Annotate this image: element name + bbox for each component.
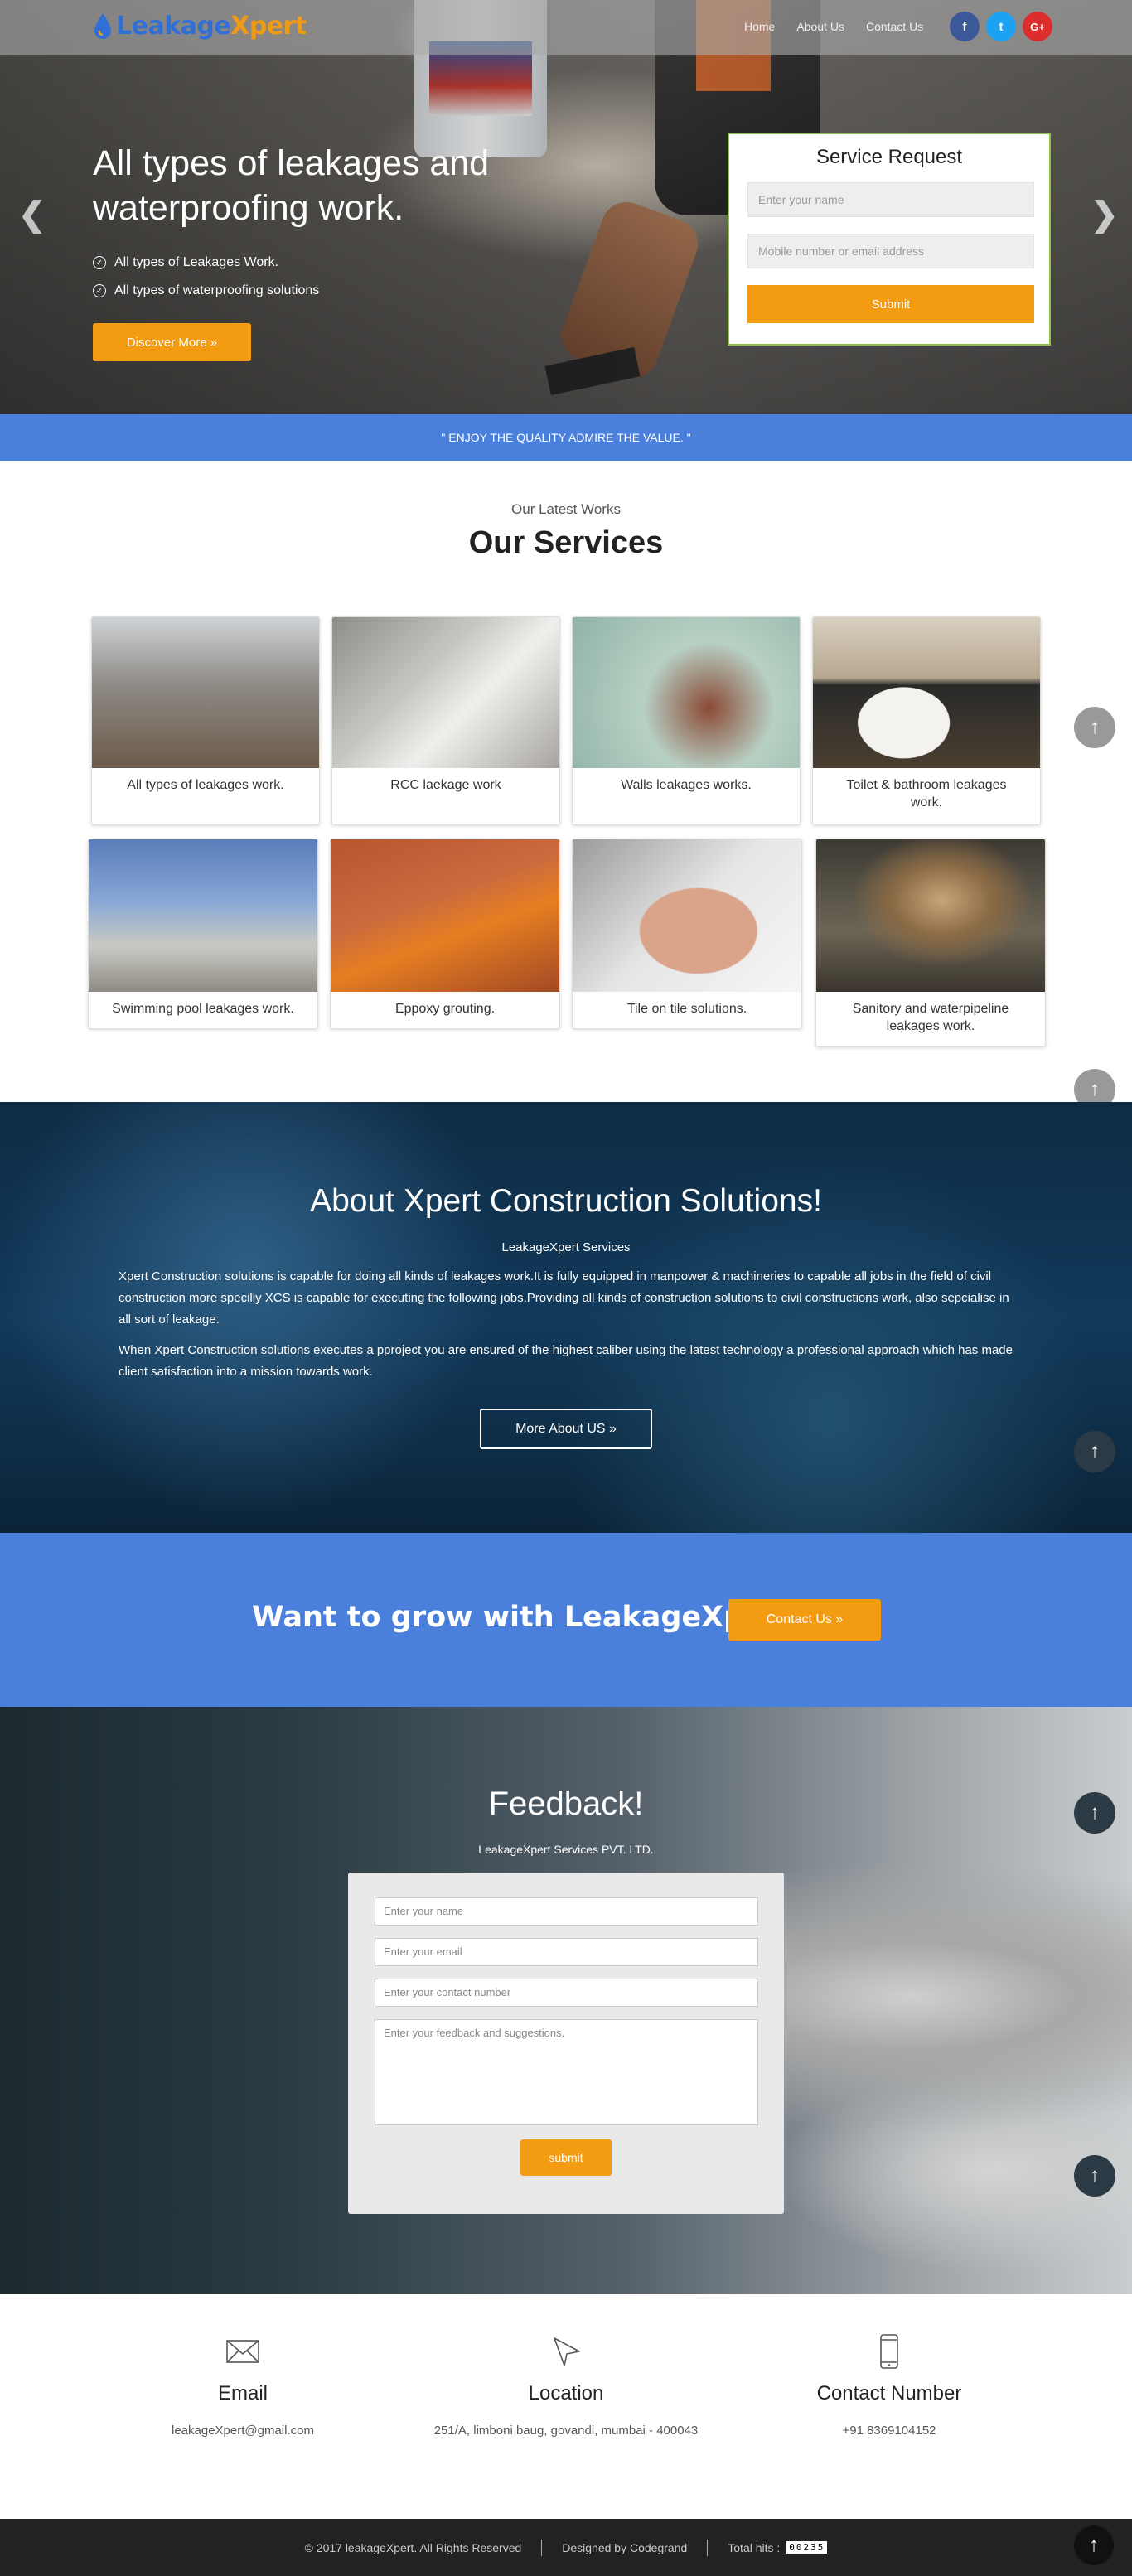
feedback-subtitle: LeakageXpert Services PVT. LTD. <box>478 1843 654 1856</box>
hero-bullet: ✓ All types of Leakages Work. <box>93 249 319 277</box>
service-caption: Swimming pool leakages work. <box>112 1002 294 1016</box>
service-card[interactable]: Sanitory and waterpipeline leakages work… <box>815 839 1046 1047</box>
check-circle-icon: ✓ <box>93 256 106 269</box>
feedback-email-input[interactable]: Enter your email <box>375 1938 758 1966</box>
services-title: Our Services <box>468 525 664 560</box>
email-heading: Email <box>217 2382 268 2404</box>
service-caption: Sanitory and waterpipeline leakages work… <box>852 1002 1009 1033</box>
logo[interactable]: Leakage Xpert <box>93 12 307 41</box>
location-heading: Location <box>528 2382 604 2404</box>
nav-contact-us[interactable]: Contact Us <box>866 20 923 33</box>
hero-bullet: ✓ All types of waterproofing solutions <box>93 277 319 305</box>
name-input[interactable]: Enter your name <box>747 182 1034 217</box>
email-value[interactable]: leakageXpert@gmail.com <box>91 2424 394 2438</box>
designed-by[interactable]: Designed by Codegrand <box>562 2541 687 2554</box>
footer-divider <box>541 2539 543 2556</box>
more-about-button[interactable]: More About US » <box>480 1409 652 1449</box>
scroll-top-icon[interactable]: ↑ <box>1074 707 1115 748</box>
location-arrow-icon <box>554 2337 580 2366</box>
discover-more-button[interactable]: Discover More » <box>93 323 251 361</box>
phone-value[interactable]: +91 8369104152 <box>738 2424 1041 2438</box>
water-drop-icon <box>94 12 111 39</box>
service-card[interactable]: Eppoxy grouting. <box>330 839 560 1029</box>
service-request-title: Service Request <box>815 146 963 168</box>
service-card[interactable]: RCC laekage work <box>331 616 560 825</box>
scroll-top-icon[interactable]: ↑ <box>1074 2155 1115 2197</box>
feedback-title: Feedback! <box>488 1786 644 1822</box>
service-request-form: Service Request Enter your name Mobile n… <box>728 133 1051 346</box>
contact-us-button[interactable]: Contact Us » <box>728 1599 881 1641</box>
facebook-icon[interactable]: f <box>950 12 980 41</box>
service-submit-button[interactable]: Submit <box>747 285 1034 323</box>
site-header: Leakage Xpert Home About Us Contact Us f … <box>0 0 1132 55</box>
google-plus-icon[interactable]: G+ <box>1023 12 1052 41</box>
service-caption: Tile on tile solutions. <box>626 1002 747 1016</box>
service-caption: Eppoxy grouting. <box>394 1002 496 1016</box>
service-caption: Toilet & bathroom leakages work. <box>846 778 1007 810</box>
about-paragraph: Xpert Construction solutions is capable … <box>119 1269 1009 1327</box>
services-subtitle: Our Latest Works <box>511 501 621 517</box>
service-card[interactable]: Walls leakages works. <box>572 616 801 825</box>
feedback-form: Enter your name Enter your email Enter y… <box>348 1873 784 2214</box>
scroll-top-icon[interactable]: ↑ <box>1074 2525 1114 2565</box>
tagline-bar: " ENJOY THE QUALITY ADMIRE THE VALUE. " <box>0 414 1132 461</box>
nav-home[interactable]: Home <box>744 20 775 33</box>
feedback-message-textarea[interactable]: Enter your feedback and suggestions. <box>375 2019 758 2125</box>
contact-phone: Contact Number +91 8369104152 <box>738 2332 1041 2438</box>
site-footer: © 2017 leakageXpert. All Rights Reserved… <box>0 2519 1132 2576</box>
about-paragraph: When Xpert Construction solutions execut… <box>119 1343 1013 1379</box>
main-nav: Home About Us Contact Us <box>744 20 923 33</box>
service-card[interactable]: All types of leakages work. <box>91 616 320 825</box>
service-caption: RCC laekage work <box>390 778 501 792</box>
contact-email: Email leakageXpert@gmail.com <box>91 2332 394 2438</box>
feedback-name-input[interactable]: Enter your name <box>375 1897 758 1926</box>
nav-about-us[interactable]: About Us <box>796 20 844 33</box>
envelope-icon <box>226 2340 259 2363</box>
service-image-walls <box>573 617 800 768</box>
carousel-next-icon[interactable]: ❯ <box>1091 196 1119 234</box>
carousel-prev-icon[interactable]: ❮ <box>18 196 46 234</box>
social-links: f t G+ <box>950 12 1052 41</box>
footer-divider <box>707 2539 709 2556</box>
phone-heading: Contact Number <box>816 2382 962 2404</box>
scroll-top-icon[interactable]: ↑ <box>1074 1792 1115 1834</box>
copyright: © 2017 leakageXpert. All Rights Reserved <box>304 2540 522 2554</box>
feedback-phone-input[interactable]: Enter your contact number <box>375 1979 758 2007</box>
service-image-pool <box>89 839 317 992</box>
check-circle-icon: ✓ <box>93 284 106 297</box>
scroll-top-icon[interactable]: ↑ <box>1074 1431 1115 1472</box>
hits-counter: 00235 <box>786 2541 828 2554</box>
service-image-tile <box>573 839 801 992</box>
about-subtitle: LeakageXpert Services <box>501 1240 631 1254</box>
service-card[interactable]: Toilet & bathroom leakages work. <box>812 616 1041 825</box>
feedback-section: Feedback! LeakageXpert Services PVT. LTD… <box>0 1707 1132 2294</box>
contact-input[interactable]: Mobile number or email address <box>747 234 1034 268</box>
feedback-submit-button[interactable]: submit <box>520 2139 612 2176</box>
about-title: About Xpert Construction Solutions! <box>310 1183 822 1219</box>
hits-label: Total hits : <box>728 2540 781 2554</box>
hero-title: All types of leakages and waterproofing … <box>93 143 490 228</box>
about-section: About Xpert Construction Solutions! Leak… <box>0 1102 1132 1533</box>
service-image-pipeline <box>816 839 1045 992</box>
twitter-icon[interactable]: t <box>986 12 1016 41</box>
grow-title: Want to grow with LeakageXpert <box>252 1601 792 1634</box>
service-image-epoxy <box>331 839 559 992</box>
mobile-phone-icon <box>880 2334 898 2369</box>
service-caption: All types of leakages work. <box>127 778 284 792</box>
service-image-leakages <box>92 617 319 768</box>
hero-bullets: ✓ All types of Leakages Work. ✓ All types … <box>93 249 319 305</box>
contact-location: Location 251/A, limboni baug, govandi, m… <box>414 2332 718 2438</box>
service-card[interactable]: Tile on tile solutions. <box>572 839 802 1029</box>
service-card[interactable]: Swimming pool leakages work. <box>88 839 318 1029</box>
service-caption: Walls leakages works. <box>621 778 752 792</box>
hero-banner: All types of leakages and waterproofing … <box>0 0 1132 414</box>
service-image-toilet <box>813 617 1040 768</box>
grow-banner: Want to grow with LeakageXpert Contact U… <box>0 1533 1132 1707</box>
location-value: 251/A, limboni baug, govandi, mumbai - 4… <box>433 2424 699 2438</box>
service-image-rcc <box>332 617 559 768</box>
